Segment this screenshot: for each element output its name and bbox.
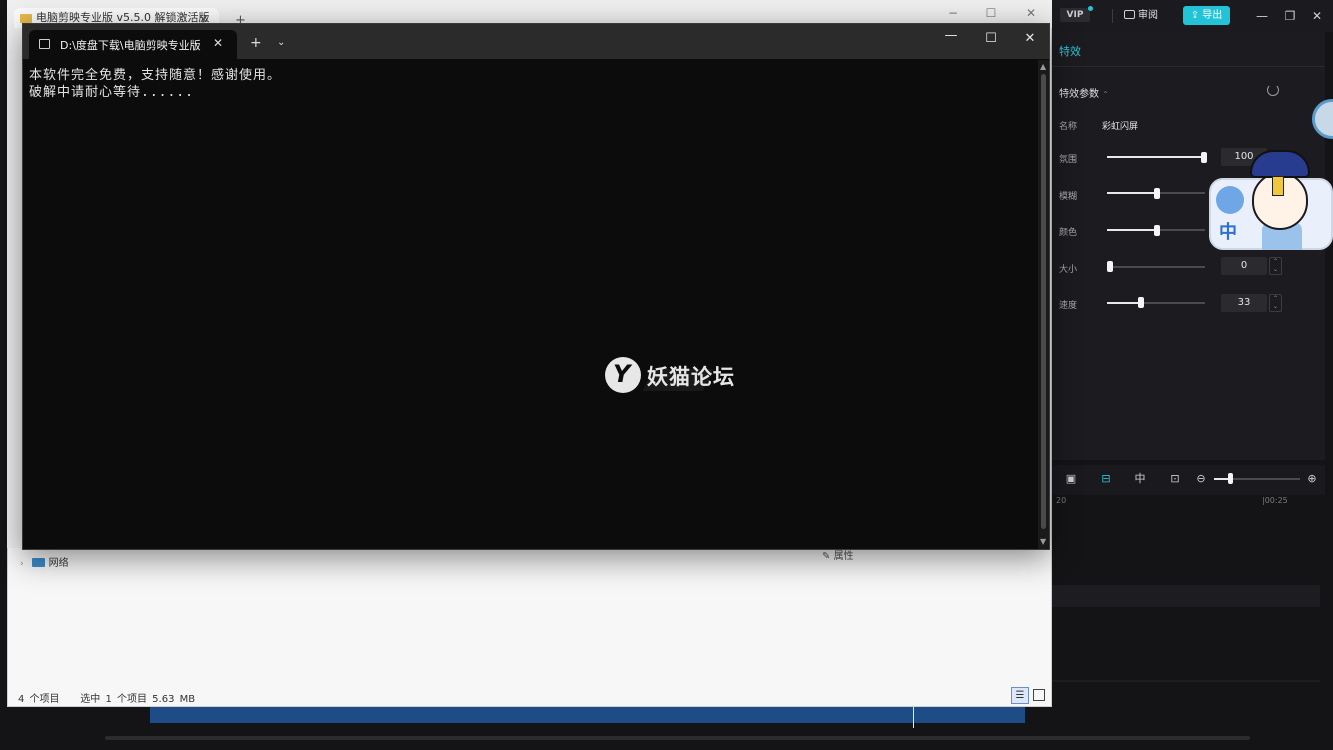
zoom-slider-knob[interactable] xyxy=(1228,473,1233,484)
status-bar: 4 个项目 选中 1 个项目 5.63 MB xyxy=(18,690,195,705)
review-label: 审阅 xyxy=(1138,10,1158,21)
zoom-out-icon[interactable]: ⊖ xyxy=(1192,472,1210,486)
collapse-icon: ⌃ xyxy=(1102,90,1109,99)
timeline-scrollbar[interactable] xyxy=(105,736,1250,740)
timeline-tick: 20 xyxy=(1056,496,1067,505)
zoom-in-icon[interactable]: ⊕ xyxy=(1303,472,1321,486)
nav-network-label: 网络 xyxy=(48,558,69,569)
terminal-maximize-button[interactable]: ☐ xyxy=(982,31,1000,46)
param-value-input[interactable]: 33 xyxy=(1221,294,1267,312)
pen-icon: ✎ xyxy=(822,551,834,562)
review-button[interactable]: 审阅 xyxy=(1124,7,1170,25)
terminal-icon xyxy=(39,39,50,49)
terminal-output-line: 破解中请耐心等待...... xyxy=(29,85,194,100)
terminal-tab-title: D:\度盘下载\电脑剪映专业版 v xyxy=(60,39,204,52)
explorer-minimize-button[interactable]: − xyxy=(946,6,960,20)
timeline-toolbar xyxy=(1052,465,1325,495)
nav-item-network[interactable]: › 网络 xyxy=(20,554,69,569)
param-slider-fill xyxy=(1107,229,1154,231)
status-item-count: 4 个项目 xyxy=(18,694,60,705)
param-label: 大小 xyxy=(1059,265,1078,275)
link-icon[interactable]: ⊟ xyxy=(1097,472,1115,486)
export-icon: ⇪ xyxy=(1190,10,1203,21)
vip-badge[interactable]: VIP xyxy=(1060,8,1090,22)
param-slider-fill xyxy=(1107,192,1154,194)
editor-minimize-button[interactable]: — xyxy=(1254,8,1270,24)
param-slider-fill xyxy=(1107,156,1201,158)
folder-icon xyxy=(20,14,32,23)
terminal-minimize-button[interactable]: — xyxy=(942,28,960,43)
topbar-divider xyxy=(1112,9,1113,23)
tab-dropdown-button[interactable]: ⌄ xyxy=(277,37,285,48)
color-tool-icon[interactable]: ▣ xyxy=(1062,472,1080,486)
param-slider-knob[interactable] xyxy=(1154,188,1160,199)
terminal-close-button[interactable]: ✕ xyxy=(1021,31,1039,46)
scroll-up-icon[interactable]: ▲ xyxy=(1040,62,1046,71)
chevron-right-icon: › xyxy=(20,559,24,569)
param-slider-knob[interactable] xyxy=(1107,261,1113,272)
param-slider-track[interactable] xyxy=(1107,156,1205,158)
explorer-close-button[interactable]: ✕ xyxy=(1024,6,1038,20)
param-slider-track[interactable] xyxy=(1107,302,1205,304)
export-label: 导出 xyxy=(1202,10,1223,21)
network-icon xyxy=(31,558,45,567)
param-label: 速度 xyxy=(1059,301,1078,311)
param-label: 氛围 xyxy=(1059,155,1078,165)
properties-label: 属性 xyxy=(833,551,854,562)
effect-name-value: 彩虹闪屏 xyxy=(1102,122,1139,132)
param-stepper[interactable]: ⌃ ⌄ xyxy=(1269,257,1282,275)
name-label: 名称 xyxy=(1059,122,1078,132)
param-slider-track[interactable] xyxy=(1107,266,1205,268)
param-label: 模糊 xyxy=(1059,192,1078,202)
terminal-tab-close-icon[interactable]: ✕ xyxy=(213,36,223,50)
center-icon[interactable]: 中 xyxy=(1131,472,1149,486)
param-slider-knob[interactable] xyxy=(1154,225,1160,236)
panel-divider xyxy=(1052,66,1325,67)
effect-params-title[interactable]: 特效参数 ⌃ xyxy=(1059,85,1109,100)
timeline-clip[interactable] xyxy=(150,705,1025,723)
thumbnail-view-button[interactable] xyxy=(1033,689,1045,701)
timeline-area xyxy=(1052,510,1333,750)
timeline-divider xyxy=(1052,680,1320,682)
preview-icon[interactable]: ⊡ xyxy=(1166,472,1184,486)
sticker-character-hat xyxy=(1250,150,1310,178)
explorer-nav-pane xyxy=(7,28,23,548)
watermark-logo-mark: Y xyxy=(613,360,631,388)
scrollbar-thumb[interactable] xyxy=(1041,74,1046,529)
timeline-tick: |00:25 xyxy=(1262,496,1288,505)
tab-effects[interactable]: 特效 xyxy=(1059,43,1081,59)
export-button[interactable]: ⇪ 导出 xyxy=(1183,6,1230,25)
timeline-track[interactable] xyxy=(1052,585,1320,607)
editor-restore-button[interactable]: ❐ xyxy=(1282,8,1298,24)
sticker-text: 中 xyxy=(1219,222,1237,243)
editor-close-button[interactable]: ✕ xyxy=(1309,8,1325,24)
param-slider-knob[interactable] xyxy=(1201,152,1207,163)
terminal-window xyxy=(22,23,1050,550)
sticker-character-hatband xyxy=(1272,176,1284,196)
new-tab-button[interactable]: + xyxy=(250,35,262,51)
param-stepper[interactable]: ⌃ ⌄ xyxy=(1269,294,1282,312)
reset-icon[interactable] xyxy=(1267,84,1279,96)
watermark-text: 妖猫论坛 xyxy=(647,365,735,389)
param-label: 颜色 xyxy=(1059,228,1078,238)
details-view-button[interactable]: ☰ xyxy=(1011,687,1029,704)
sticker-avatar-icon xyxy=(1216,186,1244,214)
param-slider-fill xyxy=(1107,302,1139,304)
param-value-input[interactable]: 0 xyxy=(1221,257,1267,275)
scroll-down-icon[interactable]: ▼ xyxy=(1040,537,1046,546)
review-icon xyxy=(1124,10,1135,19)
param-slider-knob[interactable] xyxy=(1138,297,1145,308)
vip-notification-dot xyxy=(1088,6,1093,11)
explorer-maximize-button[interactable]: ☐ xyxy=(984,6,998,20)
effect-params-label: 特效参数 xyxy=(1059,89,1099,100)
status-selection: 选中 1 个项目 5.63 MB xyxy=(80,694,196,705)
